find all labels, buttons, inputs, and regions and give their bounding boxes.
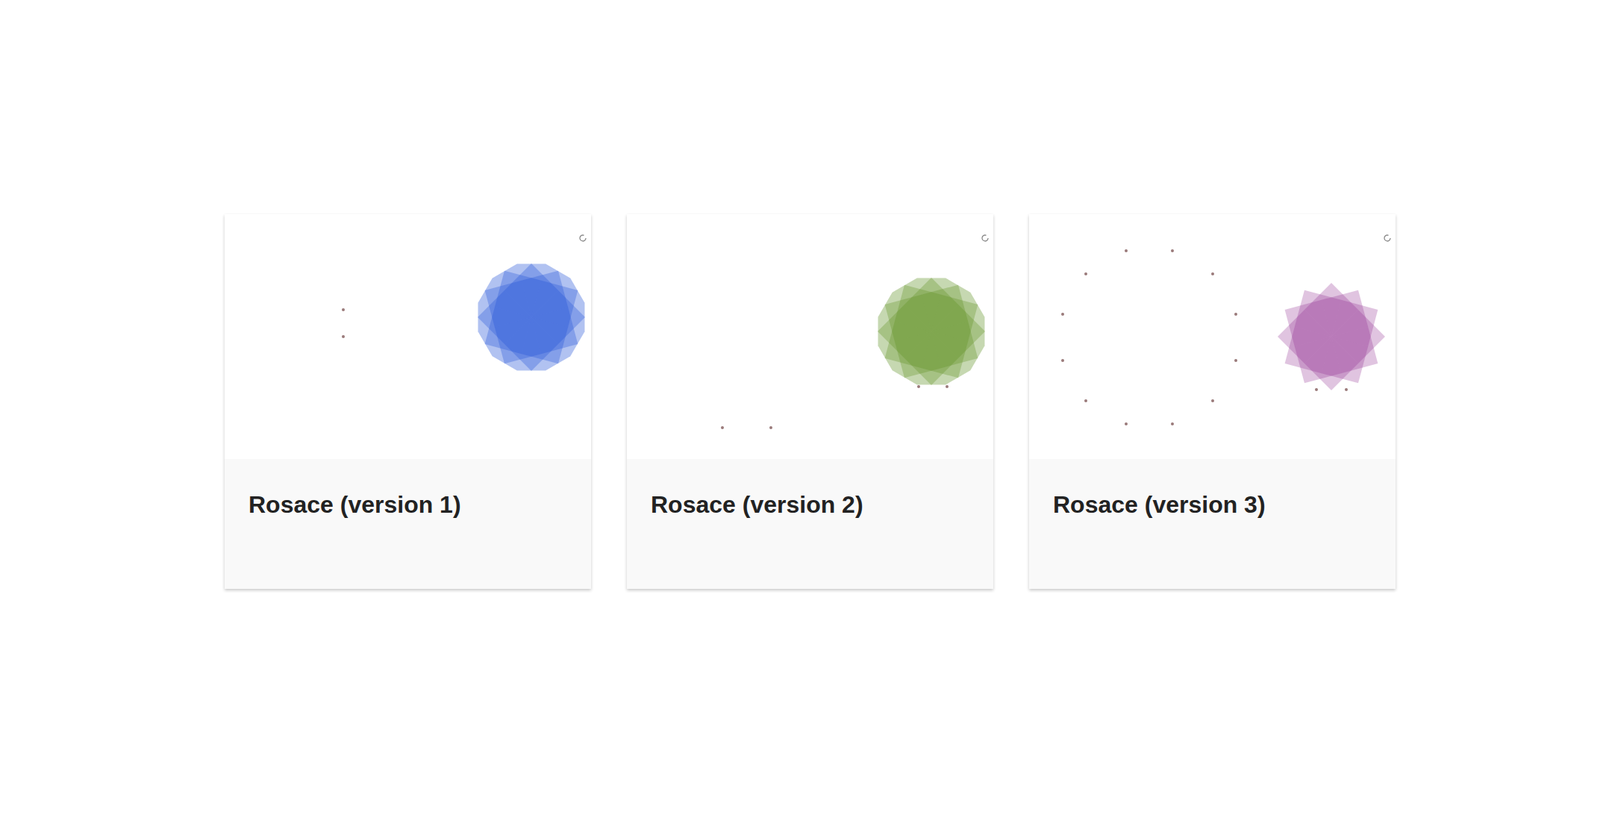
point [945, 385, 949, 389]
card-title[interactable]: Rosace (version 2) [650, 490, 976, 519]
card-thumbnail[interactable] [1029, 214, 1396, 459]
rosette-icon [1275, 280, 1388, 393]
point [1170, 249, 1174, 253]
point [1061, 358, 1065, 362]
point [1314, 388, 1318, 392]
card-title[interactable]: Rosace (version 3) [1052, 490, 1378, 519]
point [769, 426, 773, 430]
point [720, 426, 724, 430]
point [1124, 249, 1128, 253]
point [1211, 272, 1215, 276]
point [341, 335, 345, 339]
refresh-icon[interactable] [578, 233, 588, 243]
project-card[interactable]: Rosace (version 3) [1029, 214, 1396, 589]
refresh-icon[interactable] [980, 233, 990, 243]
card-title[interactable]: Rosace (version 1) [248, 490, 574, 519]
point [1124, 422, 1128, 426]
card-footer: Rosace (version 3) [1029, 458, 1396, 589]
refresh-icon[interactable] [1382, 233, 1392, 243]
point [1084, 272, 1088, 276]
project-card[interactable]: Rosace (version 2) [626, 214, 994, 589]
point [1234, 358, 1238, 362]
rosette-icon [875, 275, 988, 388]
point [1344, 388, 1348, 392]
point [1170, 422, 1174, 426]
point [341, 308, 345, 312]
card-footer: Rosace (version 2) [626, 458, 994, 589]
rosette-icon [475, 261, 588, 374]
card-footer: Rosace (version 1) [224, 458, 592, 589]
point [1234, 312, 1238, 316]
project-card[interactable]: Rosace (version 1) [224, 214, 592, 589]
point [917, 385, 921, 389]
card-thumbnail[interactable] [224, 214, 592, 459]
point [1084, 399, 1088, 403]
point [1211, 399, 1215, 403]
card-grid: Rosace (version 1) Rosace (version 2) Rosa… [0, 0, 1600, 589]
card-thumbnail[interactable] [626, 214, 994, 459]
point [1061, 312, 1065, 316]
